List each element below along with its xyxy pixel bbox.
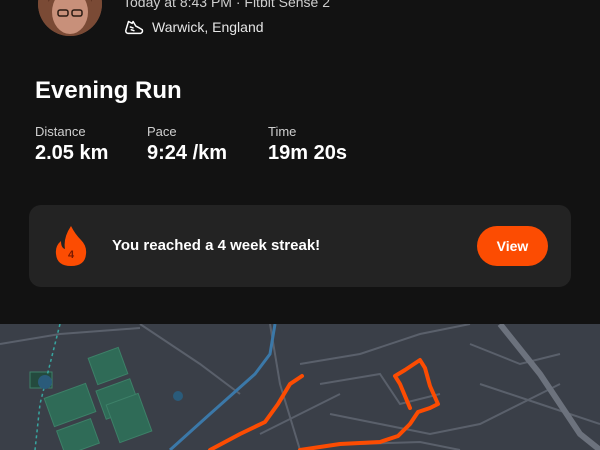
route-map[interactable] [0,324,600,450]
activity-meta: Today at 8:43 PM · Fitbit Sense 2 [123,0,330,10]
location-row: Warwick, England [123,16,264,38]
stat-value: 9:24 /km [147,142,228,164]
stat-value: 19m 20s [268,142,347,164]
view-button[interactable]: View [477,226,548,266]
stat-value: 2.05 km [35,142,109,164]
stat-label: Time [268,124,297,139]
stat-label: Distance [35,124,86,139]
avatar[interactable] [38,0,102,36]
stat-label: Pace [147,124,177,139]
stat-distance: Distance 2.05 km [35,124,108,165]
streak-card[interactable]: 4 You reached a 4 week streak! View [29,205,571,287]
avatar-photo [38,0,102,36]
streak-message: You reached a 4 week streak! [112,237,321,254]
shoe-icon [125,20,144,35]
flame-icon: 4 [55,226,87,266]
location-label: Warwick, England [152,19,264,35]
streak-count: 4 [68,249,75,261]
stat-time: Time 19m 20s [268,124,347,165]
map-canvas [0,324,600,450]
activity-title[interactable]: Evening Run [35,77,182,105]
stat-pace: Pace 9:24 /km [147,124,227,165]
